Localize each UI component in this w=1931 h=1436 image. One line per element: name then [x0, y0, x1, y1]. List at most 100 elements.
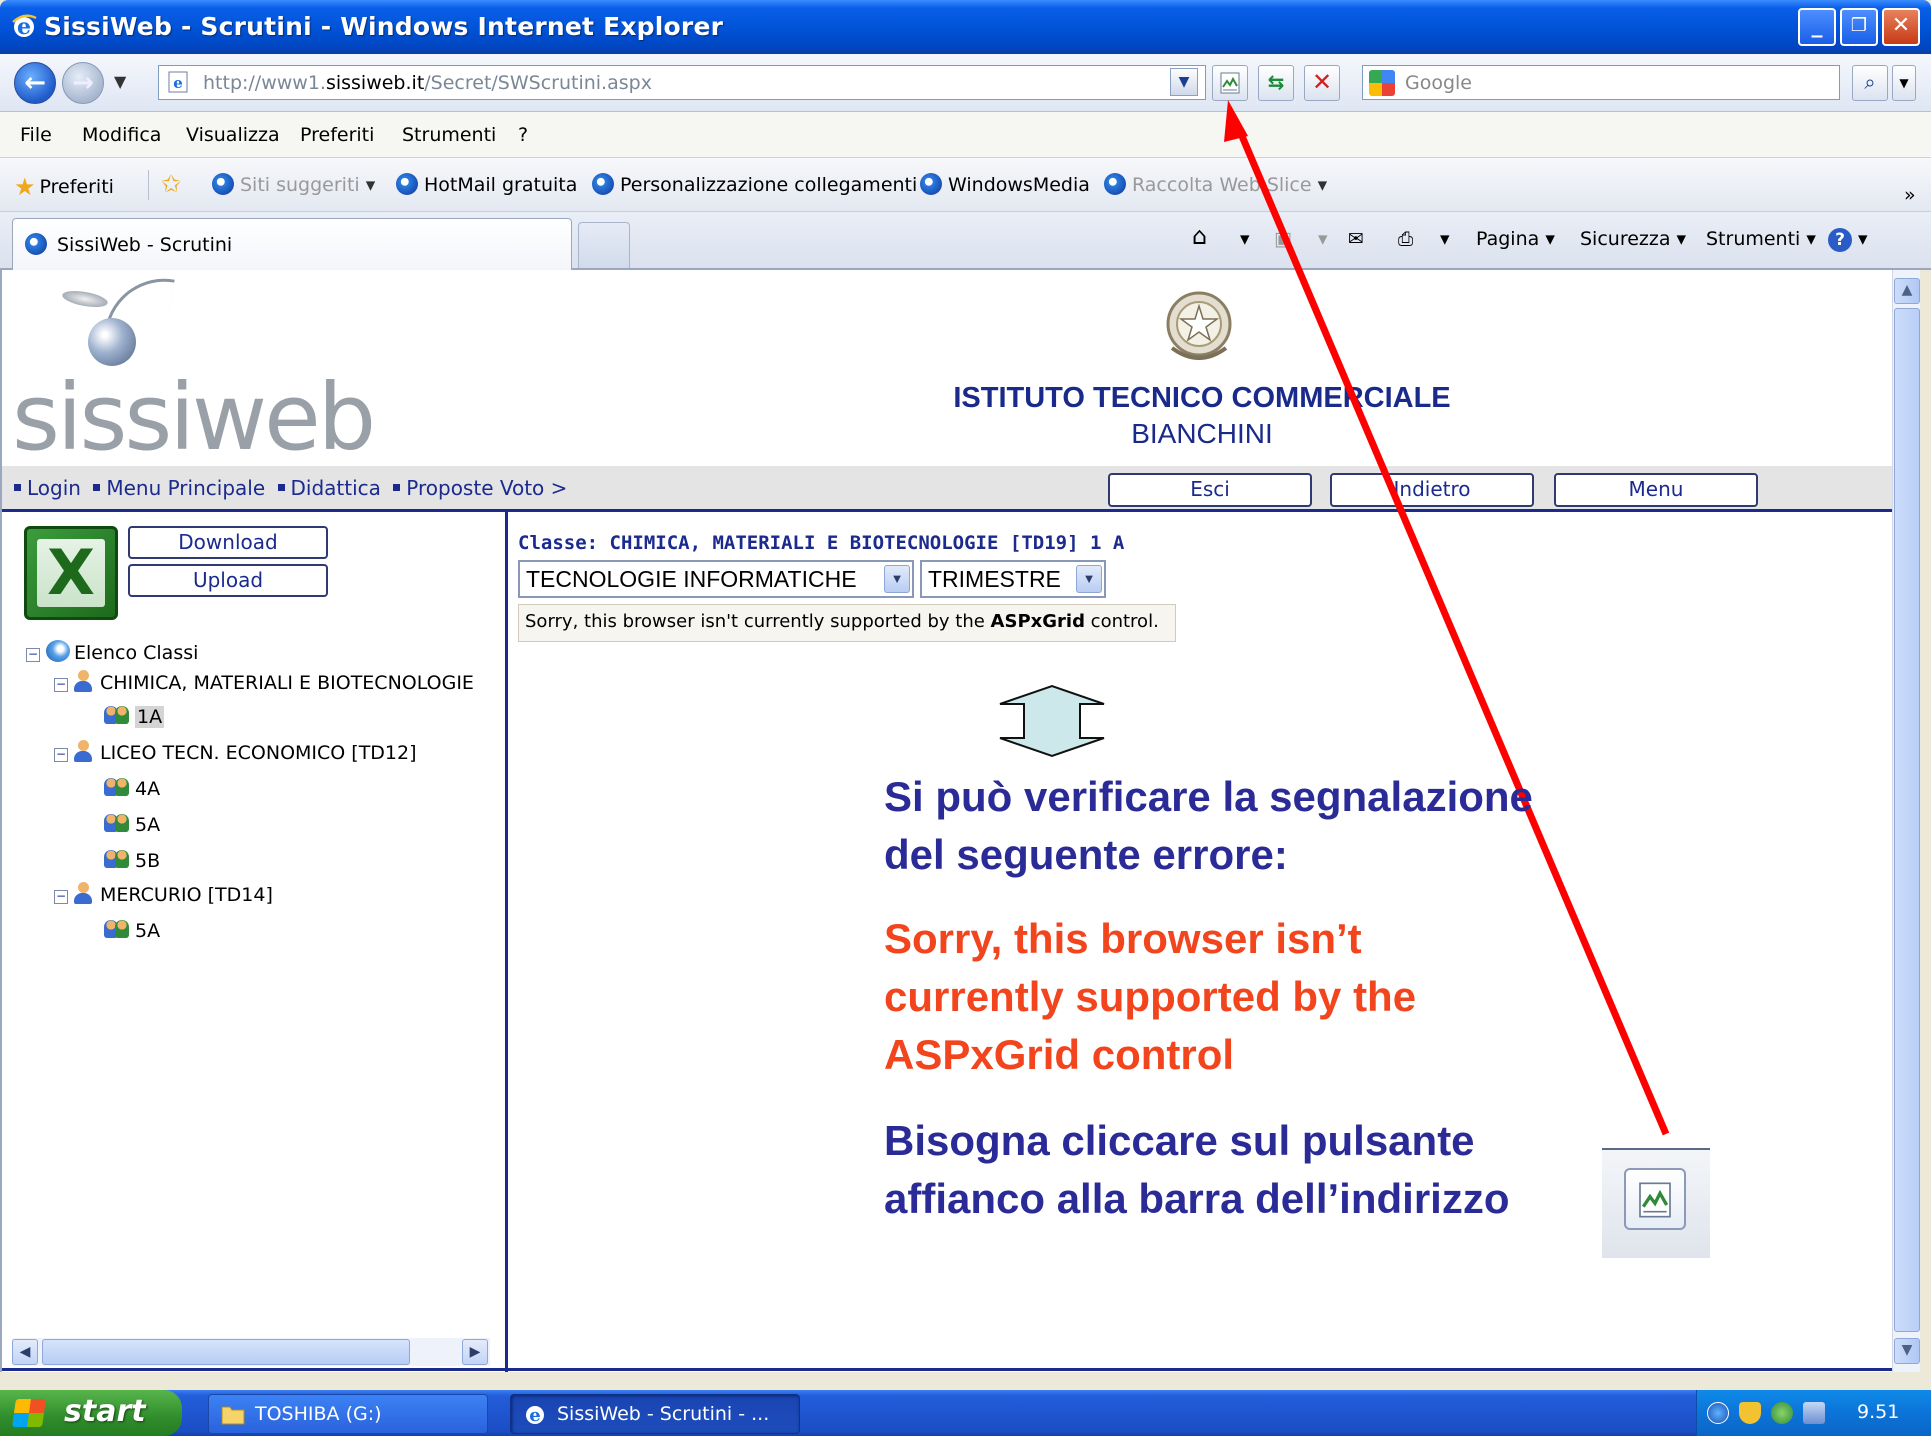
menu-strumenti[interactable]: Strumenti	[402, 124, 496, 146]
group-icon	[104, 704, 130, 726]
home-dropdown[interactable]: ▾	[1240, 228, 1250, 250]
upload-button[interactable]: Upload	[128, 564, 328, 597]
search-box[interactable]: Google	[1362, 65, 1840, 100]
menu-visualizza[interactable]: Visualizza	[186, 124, 280, 146]
mail-icon[interactable]: ✉	[1348, 228, 1364, 250]
taskbar-item-sissiweb[interactable]: e SissiWeb - Scrutini - ...	[510, 1394, 800, 1434]
fav-siti-suggeriti[interactable]: Siti suggeriti ▾	[212, 173, 375, 196]
minimize-button[interactable]: _	[1798, 8, 1836, 46]
scroll-right-button[interactable]: ▶	[462, 1339, 488, 1365]
esci-button[interactable]: Esci	[1108, 473, 1312, 507]
download-button[interactable]: Download	[128, 526, 328, 559]
sissiweb-logo: sissiweb	[2, 270, 402, 471]
magnifier-icon: ⌕	[1864, 70, 1876, 94]
ie-icon	[25, 233, 47, 255]
collapse-icon[interactable]: −	[54, 748, 68, 762]
tree-class-4a[interactable]: 4A	[104, 776, 160, 800]
scroll-up-button[interactable]: ▲	[1894, 278, 1920, 304]
vertical-scrollbar[interactable]: ▲ ▼	[1892, 270, 1920, 1372]
strumenti-menu[interactable]: Strumenti ▾	[1706, 228, 1816, 250]
address-bar[interactable]: e http://www1.sissiweb.it/Secret/SWScrut…	[158, 65, 1206, 100]
chevron-down-icon[interactable]: ▼	[1076, 565, 1102, 593]
tree-class-5b[interactable]: 5B	[104, 848, 160, 872]
favorites-button[interactable]: ★ Preferiti	[14, 173, 114, 201]
breadcrumb-menu-principale[interactable]: Menu Principale	[106, 476, 265, 500]
indietro-button[interactable]: Indietro	[1330, 473, 1534, 507]
fav-web-slice[interactable]: Raccolta Web Slice ▾	[1104, 173, 1327, 196]
feeds-icon[interactable]: ▣	[1274, 228, 1292, 250]
tray-monitor-icon[interactable]	[1803, 1402, 1825, 1424]
horizontal-scrollbar[interactable]: ◀ ▶	[12, 1338, 490, 1366]
menu-file[interactable]: File	[20, 124, 52, 146]
print-icon[interactable]: ⎙	[1398, 228, 1413, 250]
scroll-thumb[interactable]	[42, 1339, 410, 1365]
tree-group-chimica[interactable]: − CHIMICA, MATERIALI E BIOTECNOLOGIE	[54, 670, 474, 694]
search-options-dropdown[interactable]: ▼	[1892, 65, 1916, 101]
print-dropdown[interactable]: ▾	[1440, 228, 1450, 250]
tree-class-5a[interactable]: 5A	[104, 812, 160, 836]
tab-sissiweb-scrutini[interactable]: SissiWeb - Scrutini	[12, 218, 572, 270]
security-shield-icon[interactable]	[1739, 1402, 1761, 1424]
add-to-favorites-button[interactable]: ✩	[148, 170, 185, 200]
tree-group-liceo[interactable]: − LICEO TECN. ECONOMICO [TD12]	[54, 740, 417, 764]
tray-network-icon[interactable]	[1707, 1402, 1729, 1424]
stop-button[interactable]: ✕	[1304, 65, 1340, 101]
subject-select[interactable]: TECNOLOGIE INFORMATICHE ▼	[518, 560, 914, 598]
menu-button[interactable]: Menu	[1554, 473, 1758, 507]
star-icon: ★	[14, 173, 36, 201]
fav-personalizzazione[interactable]: Personalizzazione collegamenti	[592, 173, 917, 196]
collapse-icon[interactable]: −	[54, 678, 68, 692]
compatibility-view-button[interactable]	[1212, 65, 1248, 101]
menu-help[interactable]: ?	[518, 124, 528, 146]
pagina-menu[interactable]: Pagina ▾	[1476, 228, 1555, 250]
google-icon	[1369, 70, 1395, 96]
maximize-button[interactable]: ❐	[1840, 8, 1878, 46]
breadcrumb-proposte-voto[interactable]: Proposte Voto >	[406, 476, 567, 500]
help-icon[interactable]: ? ▾	[1828, 228, 1868, 252]
ie-icon	[396, 173, 418, 195]
tree-root[interactable]: − Elenco Classi	[26, 640, 198, 664]
refresh-button[interactable]: ⇆	[1258, 65, 1294, 101]
window-title-bar: e SissiWeb - Scrutini - Windows Internet…	[0, 0, 1931, 54]
svg-text:e: e	[173, 74, 183, 92]
excel-icon[interactable]: X	[24, 526, 118, 620]
feeds-dropdown[interactable]: ▾	[1318, 228, 1328, 250]
fav-windowsmedia[interactable]: WindowsMedia	[920, 173, 1090, 196]
scroll-left-button[interactable]: ◀	[12, 1339, 38, 1365]
fav-hotmail[interactable]: HotMail gratuita	[396, 173, 577, 196]
address-dropdown-button[interactable]: ▼	[1170, 68, 1198, 96]
breadcrumb-didattica[interactable]: Didattica	[291, 476, 381, 500]
internet-explorer-icon: e	[526, 1405, 544, 1425]
chevron-down-icon[interactable]: ▼	[884, 565, 910, 593]
scroll-thumb[interactable]	[1894, 308, 1920, 1332]
breadcrumb-login[interactable]: Login	[27, 476, 81, 500]
tree-class-mercurio-5a[interactable]: 5A	[104, 918, 160, 942]
start-button[interactable]: start	[0, 1390, 182, 1436]
period-select[interactable]: TRIMESTRE ▼	[920, 560, 1106, 598]
ie-icon	[920, 173, 942, 195]
menu-modifica[interactable]: Modifica	[82, 124, 161, 146]
folder-icon	[221, 1406, 245, 1425]
close-button[interactable]: ✕	[1882, 8, 1920, 46]
collapse-icon[interactable]: −	[54, 890, 68, 904]
scroll-down-button[interactable]: ▼	[1894, 1338, 1920, 1364]
sicurezza-menu[interactable]: Sicurezza ▾	[1580, 228, 1686, 250]
new-tab-button[interactable]	[578, 222, 630, 268]
forward-button[interactable]: →	[62, 62, 104, 104]
back-button[interactable]: ←	[14, 62, 56, 104]
search-button[interactable]: ⌕	[1852, 65, 1888, 101]
recent-pages-dropdown[interactable]: ▼	[114, 72, 126, 91]
group-icon	[104, 848, 130, 870]
tray-app-icon[interactable]	[1771, 1402, 1793, 1424]
tree-class-1a[interactable]: 1A	[104, 704, 165, 728]
collapse-icon[interactable]: −	[26, 648, 40, 662]
group-icon	[104, 918, 130, 940]
home-icon[interactable]: ⌂	[1192, 222, 1207, 250]
annotation-intro: Si può verificare la segnalazione del se…	[884, 773, 1533, 878]
favorites-overflow-chevron[interactable]: »	[1904, 184, 1916, 206]
taskbar-item-toshiba[interactable]: TOSHIBA (G:)	[208, 1394, 488, 1434]
menu-preferiti[interactable]: Preferiti	[300, 124, 374, 146]
tab-label: SissiWeb - Scrutini	[57, 234, 233, 256]
tree-group-mercurio[interactable]: − MERCURIO [TD14]	[54, 882, 273, 906]
breadcrumb: Login Menu Principale Didattica Proposte…	[14, 476, 567, 500]
